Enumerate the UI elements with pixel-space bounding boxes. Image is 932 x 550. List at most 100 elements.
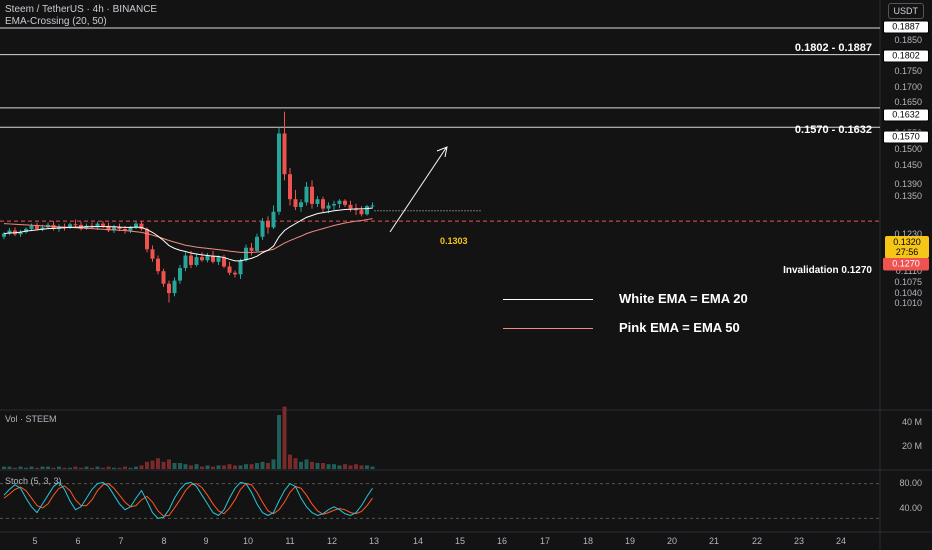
candle-body [260,221,265,237]
candle-body [145,228,149,250]
volume-bar [211,466,215,469]
candle-body [216,257,221,262]
date-tick: 15 [454,536,466,546]
candle-body [150,249,155,259]
ema50-line [3,218,373,253]
volume-bar [101,467,105,469]
volume-bar [117,467,122,469]
ema50-key-label: Pink EMA = EMA 50 [619,320,740,335]
volume-bar [359,465,364,469]
target-arrow-shaft [389,147,447,233]
date-tick: 7 [118,536,124,546]
candle-body [271,211,276,228]
volume-bar [95,466,100,469]
symbol-title: Steem / TetherUS · 4h · BINANCE [5,4,158,15]
date-tick: 24 [835,536,847,546]
volume-bar [57,466,61,469]
volume-bar [321,463,325,469]
candle-body [288,174,292,200]
date-tick: 21 [708,536,720,546]
volume-bar [332,464,336,469]
price-tick: 0.1075 [894,277,922,288]
volume-bar [90,467,94,469]
volume-bar [315,463,320,469]
candle-body [227,266,232,273]
volume-bar [293,458,298,469]
price-box-invalidation: 0.1270 [883,257,929,271]
date-tick: 16 [496,536,508,546]
volume-bar [337,465,342,469]
date-tick: 9 [203,536,209,546]
volume-tick-20m: 20 M [901,441,922,451]
volume-bar [46,466,50,469]
date-tick: 13 [368,536,380,546]
price-tick: 0.1700 [894,81,922,92]
candle-body [293,199,298,208]
volume-bar [189,465,193,469]
volume-bar [343,464,347,469]
volume-bar [348,465,353,469]
volume-bar [172,463,177,469]
stoch-tick-40: 40.00 [899,503,922,513]
volume-bar [238,465,243,469]
candle-body [299,202,303,208]
volume-bar [178,463,182,469]
volume-bar [183,464,188,469]
volume-bar [354,464,358,469]
stoch-tick-80: 80.00 [899,478,922,488]
volume-bar [304,459,309,469]
date-tick: 10 [242,536,254,546]
volume-bar [73,466,78,469]
candle-body [332,203,336,206]
date-tick: 20 [666,536,678,546]
date-tick: 17 [539,536,551,546]
volume-bar [150,460,155,469]
candle-body [172,280,177,294]
candle-body [238,260,243,275]
volume-bar [260,461,265,469]
price-tick: 0.1350 [894,191,922,202]
volume-bar [365,465,369,469]
volume-bar [68,467,72,469]
volume-bar [299,461,303,469]
volume-bar [288,454,292,469]
upper-zone-label: 0.1802 - 0.1887 [794,42,872,54]
volume-bar [249,464,254,469]
ema20-key-label: White EMA = EMA 20 [619,291,748,306]
candle-body [167,283,171,294]
volume-bar [128,467,133,469]
candle-body [161,271,166,284]
volume-bar [194,464,199,469]
candle-body [244,247,248,261]
candle-body [282,133,287,175]
candle-body [343,200,347,205]
volume-bar [233,465,237,469]
volume-bar [123,466,127,469]
volume-bar [40,466,45,469]
volume-bar [271,459,276,469]
volume-bar [156,458,160,469]
volume-bar [370,466,375,469]
ema20-key-line [503,299,593,300]
stoch-pane-label: Stoch (5, 3, 3) [5,476,62,486]
date-tick: 11 [285,536,295,546]
stoch-d-line [3,483,373,517]
currency-label[interactable]: USDT [887,3,924,19]
volume-bar [244,464,248,469]
volume-bar [161,461,166,469]
current-price: 0.1320 [893,237,921,247]
volume-bar [84,466,89,469]
price-box-lower-top: 0.1632 [883,108,929,122]
price-tick: 0.1450 [894,159,922,170]
date-tick: 18 [582,536,594,546]
date-tick: 19 [624,536,636,546]
candle-body [310,186,314,204]
indicator-title: EMA-Crossing (20, 50) [5,16,107,27]
volume-bar [134,466,138,469]
volume-bar [18,466,23,469]
candle-body [249,247,254,251]
volume-pane-label: Vol · STEEM [5,414,57,424]
volume-bar [106,466,111,469]
volume-tick-40m: 40 M [901,417,922,427]
date-tick: 6 [75,536,81,546]
